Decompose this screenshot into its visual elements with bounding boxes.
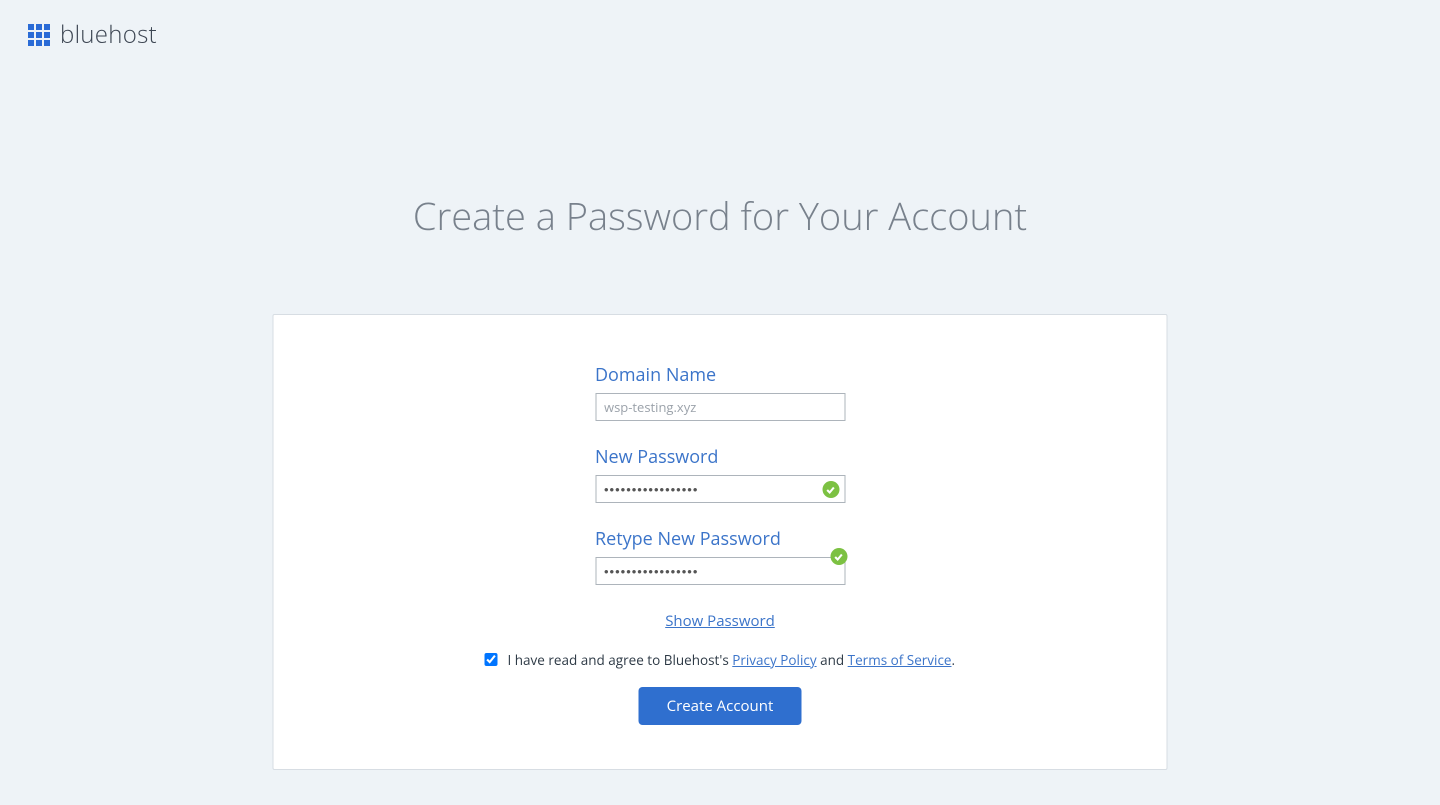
privacy-policy-link[interactable]: Privacy Policy [732, 651, 816, 669]
retype-password-label: Retype New Password [595, 527, 845, 551]
new-password-input[interactable] [595, 475, 845, 503]
show-password-link[interactable]: Show Password [665, 611, 775, 631]
agree-text-suffix: . [952, 651, 956, 669]
agree-text-prefix: I have read and agree to Bluehost's [507, 651, 732, 669]
check-circle-icon [830, 548, 847, 565]
check-circle-icon [822, 481, 839, 498]
page-title: Create a Password for Your Account [0, 190, 1440, 242]
brand-logo: bluehost [28, 18, 157, 51]
terms-of-service-link[interactable]: Terms of Service [848, 651, 952, 669]
agree-checkbox[interactable] [485, 653, 498, 666]
agree-row: I have read and agree to Bluehost's Priv… [314, 651, 1127, 669]
domain-label: Domain Name [595, 363, 845, 387]
new-password-field-block: New Password [595, 445, 845, 503]
agree-text-joiner: and [817, 651, 848, 669]
brand-name: bluehost [60, 18, 157, 51]
grid-icon [28, 24, 50, 46]
domain-input [595, 393, 845, 421]
retype-password-input[interactable] [595, 557, 845, 585]
password-form-card: Domain Name New Password Retype New Pass… [273, 314, 1168, 770]
retype-password-field-block: Retype New Password [595, 527, 845, 585]
new-password-label: New Password [595, 445, 845, 469]
domain-field-block: Domain Name [595, 363, 845, 421]
create-account-button[interactable]: Create Account [639, 687, 802, 725]
